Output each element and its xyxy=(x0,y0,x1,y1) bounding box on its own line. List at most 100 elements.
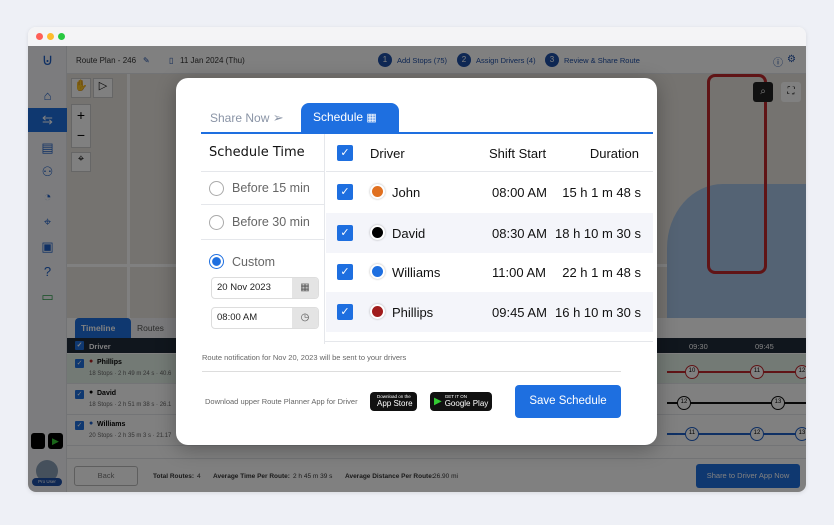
google-play-icon[interactable]: ▶ xyxy=(48,433,63,449)
option-before-15[interactable]: Before 15 min xyxy=(201,172,325,205)
select-all-checkbox[interactable]: ✓ xyxy=(75,341,84,350)
option-before-30[interactable]: Before 30 min xyxy=(201,205,325,240)
maximize-dot[interactable] xyxy=(58,33,65,40)
row-checkbox[interactable]: ✓ xyxy=(337,264,353,280)
avg-distance-label: Average Distance Per Route: xyxy=(345,473,434,480)
help-icon[interactable]: ? xyxy=(38,262,57,281)
date-input[interactable]: 20 Nov 2023 ▦ xyxy=(211,277,319,299)
fullscreen-icon[interactable]: ⛶ xyxy=(781,82,801,102)
row-checkbox[interactable]: ✓ xyxy=(75,390,84,399)
plan-date[interactable]: 11 Jan 2024 (Thu) xyxy=(180,56,245,65)
row-checkbox[interactable]: ✓ xyxy=(75,421,84,430)
tab-schedule[interactable]: Schedule ▦ xyxy=(301,103,399,132)
total-routes-label: Total Routes: xyxy=(153,473,195,480)
hand-icon[interactable]: ✋ xyxy=(71,78,91,98)
duration: 16 h 10 m 30 s xyxy=(555,305,641,320)
driver-meta: 18 Stops · 2 h 51 m 38 s · 26.1 xyxy=(89,402,172,408)
close-dot[interactable] xyxy=(36,33,43,40)
driver-name: David xyxy=(97,390,117,397)
select-all-checkbox[interactable]: ✓ xyxy=(337,145,353,161)
stop-marker[interactable]: 12 xyxy=(795,365,806,379)
radio[interactable] xyxy=(209,215,224,230)
google-play-icon: ▶ xyxy=(434,396,442,407)
step-1-badge[interactable]: 1 xyxy=(378,53,392,67)
driver-column-header: Driver xyxy=(89,342,111,351)
footer: Back Total Routes: 4 Average Time Per Ro… xyxy=(67,458,806,492)
driver-name: Phillips xyxy=(392,305,434,320)
step-3-label[interactable]: Review & Share Route xyxy=(564,56,640,65)
stop-marker[interactable]: 12 xyxy=(750,427,764,441)
search-icon[interactable]: ⌕ xyxy=(753,82,773,102)
column-duration: Duration xyxy=(589,146,639,161)
avg-time-value: 2 h 45 m 39 s xyxy=(293,473,333,480)
shift-start: 09:45 AM xyxy=(492,305,547,320)
driver-row[interactable]: ✓ David 08:30 AM 18 h 10 m 30 s xyxy=(326,213,653,253)
schedule-time-panel: Schedule Time Before 15 min Before 30 mi… xyxy=(201,134,325,344)
target-icon[interactable]: ⌖ xyxy=(38,212,57,231)
driver-name: John xyxy=(392,185,421,200)
minimize-dot[interactable] xyxy=(47,33,54,40)
share-to-driver-app-button[interactable]: Share to Driver App Now xyxy=(696,464,800,488)
document-icon[interactable]: ▤ xyxy=(38,138,57,157)
divider xyxy=(202,371,621,372)
contact-icon[interactable]: ▣ xyxy=(38,237,57,256)
step-2-label[interactable]: Assign Drivers (4) xyxy=(476,56,536,65)
driver-meta: 18 Stops · 2 h 49 m 24 s · 40.6 xyxy=(89,371,172,377)
radio[interactable] xyxy=(209,181,224,196)
app-store-badge[interactable]: Download on the App Store xyxy=(370,392,417,411)
tab-timeline[interactable]: Timeline xyxy=(75,318,131,338)
edit-icon[interactable]: ✎ xyxy=(143,56,150,65)
route-icon[interactable]: ⇆ xyxy=(28,108,67,132)
header: Route Plan - 246 ✎ ▯ 11 Jan 2024 (Thu) 1… xyxy=(67,46,806,74)
row-checkbox[interactable]: ✓ xyxy=(337,304,353,320)
time-tick: 09:45 xyxy=(755,342,774,351)
option-custom[interactable]: Custom 20 Nov 2023 ▦ 08:00 AM ◷ xyxy=(201,240,325,344)
tab-routes[interactable]: Routes xyxy=(131,318,181,338)
driver-row[interactable]: ✓ Phillips 09:45 AM 16 h 10 m 30 s xyxy=(326,292,653,332)
row-checkbox[interactable]: ✓ xyxy=(75,359,84,368)
pie-chart-icon[interactable]: ◔ xyxy=(38,187,57,206)
step-1-label[interactable]: Add Stops (75) xyxy=(397,56,447,65)
table-header: ✓ Driver Shift Start Duration xyxy=(326,134,653,172)
logo-icon: ⊍ xyxy=(41,52,54,69)
locate-icon[interactable]: ⌖ xyxy=(71,152,91,172)
users-icon[interactable]: ⚇ xyxy=(38,162,57,181)
stop-marker[interactable]: 11 xyxy=(685,427,699,441)
shift-start: 11:00 AM xyxy=(492,265,546,280)
time-input[interactable]: 08:00 AM ◷ xyxy=(211,307,319,329)
radio-selected[interactable] xyxy=(209,254,224,269)
driver-name: Phillips xyxy=(97,359,122,366)
title-bar xyxy=(28,27,806,46)
schedule-time-heading: Schedule Time xyxy=(201,134,325,172)
column-driver: Driver xyxy=(370,146,405,161)
stop-marker[interactable]: 11 xyxy=(750,365,764,379)
zoom-controls[interactable]: + − xyxy=(71,104,91,148)
calendar-icon[interactable]: ▦ xyxy=(292,278,318,298)
duration: 15 h 1 m 48 s xyxy=(562,185,641,200)
avg-time-label: Average Time Per Route: xyxy=(213,473,290,480)
gear-icon[interactable]: ⚙ xyxy=(787,54,796,65)
stop-marker[interactable]: 13 xyxy=(771,396,785,410)
draw-icon[interactable]: ▷ xyxy=(93,78,113,98)
apple-icon[interactable] xyxy=(31,433,45,449)
step-2-badge[interactable]: 2 xyxy=(457,53,471,67)
app-store-label: App Store xyxy=(377,398,413,408)
chat-icon[interactable]: ▭ xyxy=(38,287,57,306)
stop-marker[interactable]: 13 xyxy=(795,427,806,441)
tab-share-now[interactable]: Share Now ➢ xyxy=(201,103,301,132)
driver-row[interactable]: ✓ Williams 11:00 AM 22 h 1 m 48 s xyxy=(326,252,653,292)
step-3-badge[interactable]: 3 xyxy=(545,53,559,67)
row-checkbox[interactable]: ✓ xyxy=(337,184,353,200)
help-icon[interactable]: ⓘ xyxy=(773,54,783,69)
avg-distance-value: 26.90 mi xyxy=(433,473,458,480)
clock-icon[interactable]: ◷ xyxy=(292,308,318,328)
stop-marker[interactable]: 12 xyxy=(677,396,691,410)
google-play-badge[interactable]: ▶ GET IT ON Google Play xyxy=(430,392,493,411)
home-icon[interactable]: ⌂ xyxy=(38,86,57,105)
download-text: Download upper Route Planner App for Dri… xyxy=(205,397,358,406)
save-schedule-button[interactable]: Save Schedule xyxy=(515,385,621,418)
back-button[interactable]: Back xyxy=(74,466,138,486)
driver-row[interactable]: ✓ John 08:00 AM 15 h 1 m 48 s xyxy=(326,172,653,212)
row-checkbox[interactable]: ✓ xyxy=(337,225,353,241)
stop-marker[interactable]: 10 xyxy=(685,365,699,379)
